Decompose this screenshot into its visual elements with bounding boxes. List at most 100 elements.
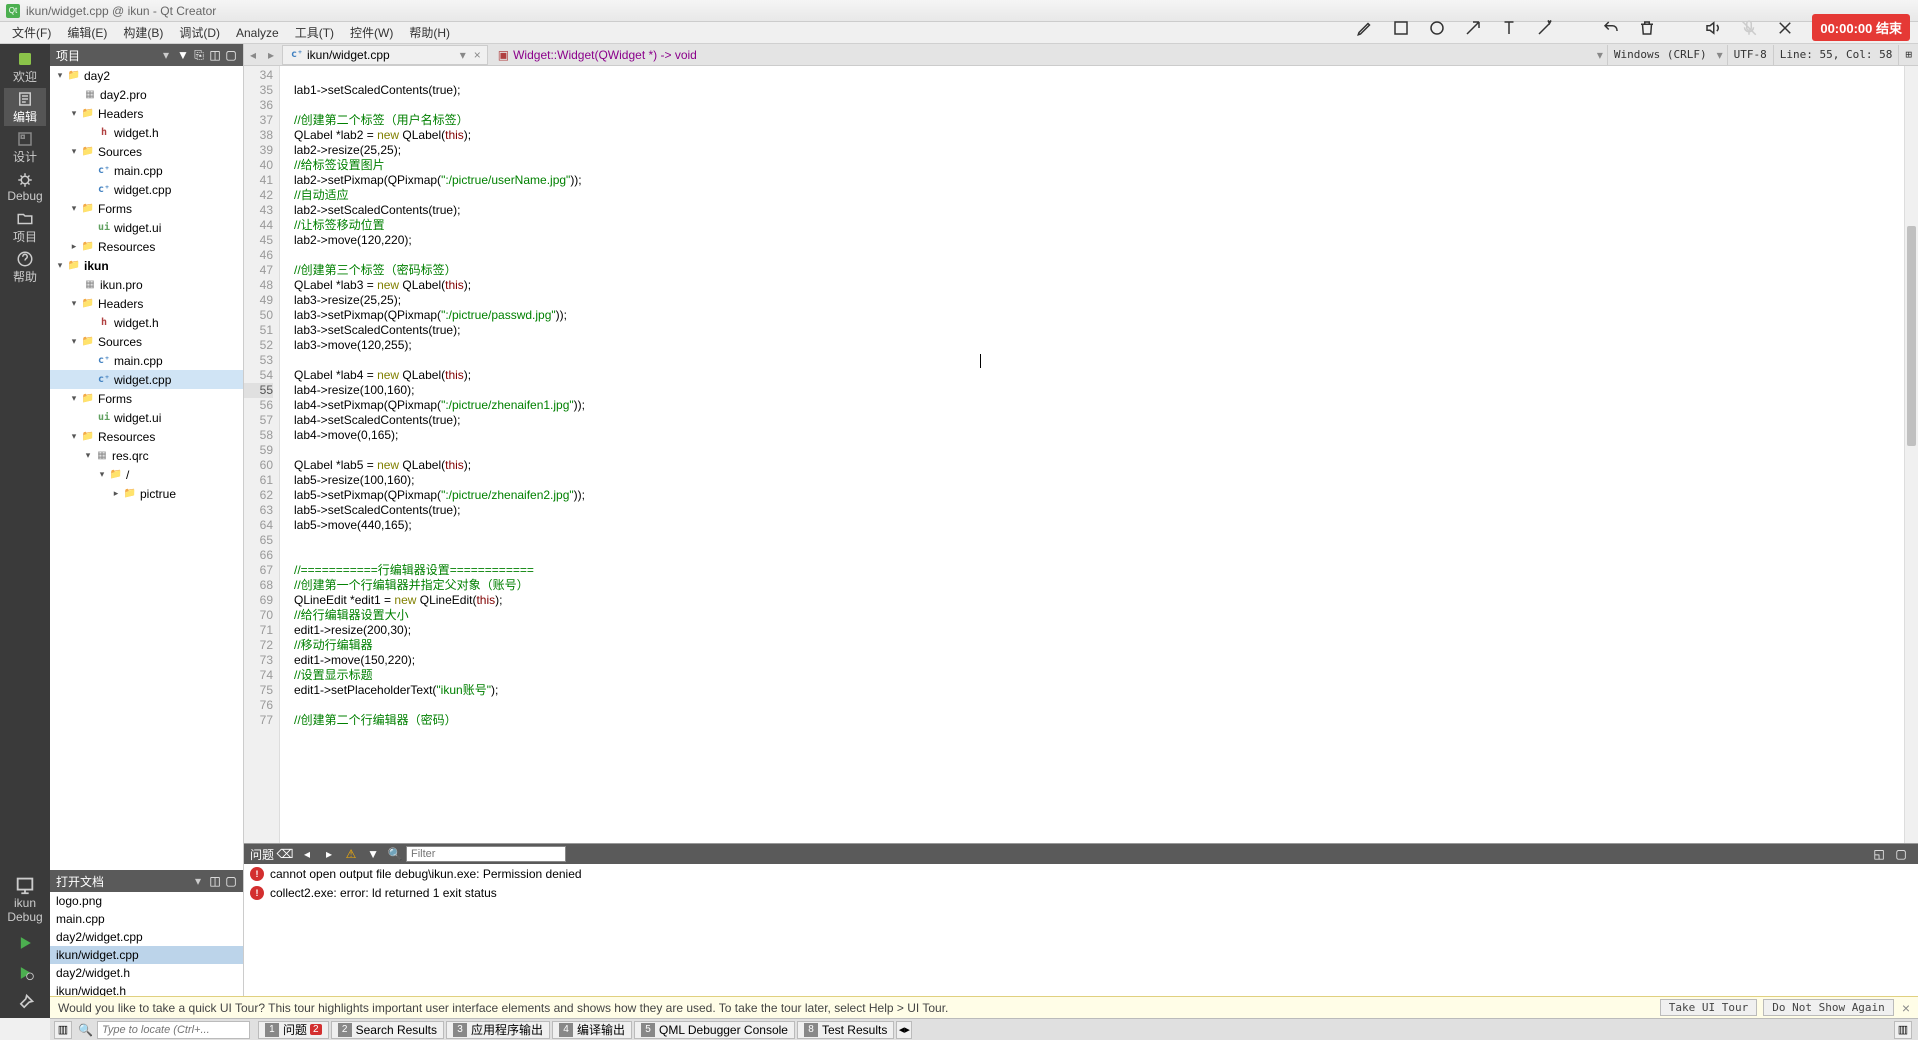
- minimize-icon[interactable]: ▢: [1894, 847, 1908, 861]
- more-outputs-icon[interactable]: ◂▸: [896, 1021, 912, 1039]
- doc-item[interactable]: logo.png: [50, 892, 243, 910]
- code-content[interactable]: lab1->setScaledContents(true); //创建第二个标签…: [280, 66, 1918, 843]
- tree-resources[interactable]: ▾📁Resources: [50, 427, 243, 446]
- close-panel-icon[interactable]: ▢: [225, 49, 237, 61]
- tree-cpp-file[interactable]: c⁺main.cpp: [50, 351, 243, 370]
- lineending-selector[interactable]: Windows (CRLF): [1607, 45, 1713, 65]
- nav-back-icon[interactable]: ◂: [244, 46, 262, 64]
- mode-edit[interactable]: 编辑: [4, 88, 46, 126]
- filter-input[interactable]: [406, 846, 566, 862]
- tree-folder[interactable]: ▸📁pictrue: [50, 484, 243, 503]
- circle-icon[interactable]: [1428, 19, 1446, 37]
- mode-design[interactable]: 设计: [4, 128, 46, 166]
- menu-tools[interactable]: 工具(T): [287, 22, 342, 43]
- sidebar-toggle-icon[interactable]: ▥: [54, 1021, 72, 1039]
- scrollbar-thumb[interactable]: [1907, 226, 1916, 446]
- close-file-icon[interactable]: ×: [474, 48, 481, 62]
- mode-help[interactable]: 帮助: [4, 248, 46, 286]
- build-button[interactable]: [4, 988, 46, 1018]
- arrow-icon[interactable]: [1464, 19, 1482, 37]
- mic-off-icon[interactable]: [1740, 19, 1758, 37]
- issue-row[interactable]: !collect2.exe: error: ld returned 1 exit…: [244, 883, 1918, 902]
- tree-ui-file[interactable]: uiwidget.ui: [50, 408, 243, 427]
- tree-sources[interactable]: ▾📁Sources: [50, 332, 243, 351]
- pencil-icon[interactable]: [1356, 19, 1374, 37]
- tree-headers[interactable]: ▾📁Headers: [50, 294, 243, 313]
- menu-file[interactable]: 文件(F): [4, 22, 59, 43]
- doc-item[interactable]: day2/widget.cpp: [50, 928, 243, 946]
- issues-prev-icon[interactable]: ◂: [300, 847, 314, 861]
- tree-prefix[interactable]: ▾📁/: [50, 465, 243, 484]
- run-button[interactable]: [4, 928, 46, 958]
- issue-row[interactable]: !cannot open output file debug\ikun.exe:…: [244, 864, 1918, 883]
- tree-sources[interactable]: ▾📁Sources: [50, 142, 243, 161]
- editor-scrollbar[interactable]: [1904, 66, 1918, 843]
- tree-cpp-file[interactable]: c⁺widget.cpp: [50, 180, 243, 199]
- text-icon[interactable]: [1500, 19, 1518, 37]
- tree-header-file[interactable]: hwidget.h: [50, 123, 243, 142]
- issues-clear-icon[interactable]: ⌫: [278, 847, 292, 861]
- nav-fwd-icon[interactable]: ▸: [262, 46, 280, 64]
- square-icon[interactable]: [1392, 19, 1410, 37]
- tree-project-ikun[interactable]: ▾📁ikun: [50, 256, 243, 275]
- tree-forms[interactable]: ▾📁Forms: [50, 199, 243, 218]
- sync-icon[interactable]: ⎘: [193, 49, 205, 61]
- tree-forms[interactable]: ▾📁Forms: [50, 389, 243, 408]
- code-editor[interactable]: 3435363738394041424344454647484950515253…: [244, 66, 1918, 843]
- tree-pro-file[interactable]: ▦day2.pro: [50, 85, 243, 104]
- undo-icon[interactable]: [1602, 19, 1620, 37]
- encoding-selector[interactable]: UTF-8: [1727, 45, 1773, 65]
- menu-help[interactable]: 帮助(H): [401, 22, 458, 43]
- close-panel-icon[interactable]: ▢: [225, 875, 237, 887]
- tree-qrc-file[interactable]: ▾▦res.qrc: [50, 446, 243, 465]
- record-timer[interactable]: 00:00:00 结束: [1812, 14, 1910, 41]
- tree-pro-file[interactable]: ▦ikun.pro: [50, 275, 243, 294]
- locator-input[interactable]: [97, 1021, 250, 1039]
- file-crumb[interactable]: c⁺ ikun/widget.cpp ▾ ×: [282, 45, 488, 65]
- doc-item-active[interactable]: ikun/widget.cpp: [50, 946, 243, 964]
- kit-selector[interactable]: ikun Debug: [4, 870, 46, 928]
- output-qml[interactable]: 5QML Debugger Console: [634, 1021, 795, 1039]
- maximize-icon[interactable]: ◱: [1872, 847, 1886, 861]
- mode-welcome[interactable]: 欢迎: [4, 48, 46, 86]
- debug-run-button[interactable]: [4, 958, 46, 988]
- output-test[interactable]: 8Test Results: [797, 1021, 894, 1039]
- issues-next-icon[interactable]: ▸: [322, 847, 336, 861]
- menu-debug[interactable]: 调试(D): [171, 22, 228, 43]
- mode-debug[interactable]: Debug: [4, 168, 46, 206]
- menu-edit[interactable]: 编辑(E): [59, 22, 115, 43]
- output-compile[interactable]: 4编译输出: [552, 1021, 632, 1039]
- issues-list[interactable]: !cannot open output file debug\ikun.exe:…: [244, 864, 1918, 1018]
- filter-icon[interactable]: ▼: [366, 847, 380, 861]
- split-icon[interactable]: ◫: [209, 875, 221, 887]
- symbol-crumb[interactable]: ▣ Widget::Widget(QWidget *) -> void: [492, 45, 703, 65]
- mode-projects[interactable]: 项目: [4, 208, 46, 246]
- rsidebar-toggle-icon[interactable]: ▥: [1894, 1021, 1912, 1039]
- split-editor-icon[interactable]: ⊞: [1898, 45, 1918, 65]
- take-tour-button[interactable]: Take UI Tour: [1660, 999, 1757, 1016]
- tree-header-file[interactable]: hwidget.h: [50, 313, 243, 332]
- dont-show-button[interactable]: Do Not Show Again: [1763, 999, 1894, 1016]
- output-search[interactable]: 2Search Results: [331, 1021, 444, 1039]
- sound-icon[interactable]: [1704, 19, 1722, 37]
- menu-analyze[interactable]: Analyze: [228, 24, 287, 42]
- trash-icon[interactable]: [1638, 19, 1656, 37]
- tree-headers[interactable]: ▾📁Headers: [50, 104, 243, 123]
- menu-build[interactable]: 构建(B): [115, 22, 171, 43]
- wand-icon[interactable]: [1536, 19, 1554, 37]
- split-icon[interactable]: ◫: [209, 49, 221, 61]
- output-app[interactable]: 3应用程序输出: [446, 1021, 550, 1039]
- tree-resources[interactable]: ▸📁Resources: [50, 237, 243, 256]
- tree-cpp-file-active[interactable]: c⁺widget.cpp: [50, 370, 243, 389]
- tree-cpp-file[interactable]: c⁺main.cpp: [50, 161, 243, 180]
- tree-ui-file[interactable]: uiwidget.ui: [50, 218, 243, 237]
- close-icon[interactable]: [1776, 19, 1794, 37]
- doc-item[interactable]: main.cpp: [50, 910, 243, 928]
- menu-window[interactable]: 控件(W): [342, 22, 401, 43]
- close-info-icon[interactable]: ×: [1902, 1000, 1910, 1016]
- output-issues[interactable]: 1问题 2: [258, 1021, 329, 1039]
- project-tree[interactable]: ▾📁day2 ▦day2.pro ▾📁Headers hwidget.h ▾📁S…: [50, 66, 243, 870]
- filter-icon[interactable]: ▼: [177, 49, 189, 61]
- tree-project-day2[interactable]: ▾📁day2: [50, 66, 243, 85]
- doc-item[interactable]: day2/widget.h: [50, 964, 243, 982]
